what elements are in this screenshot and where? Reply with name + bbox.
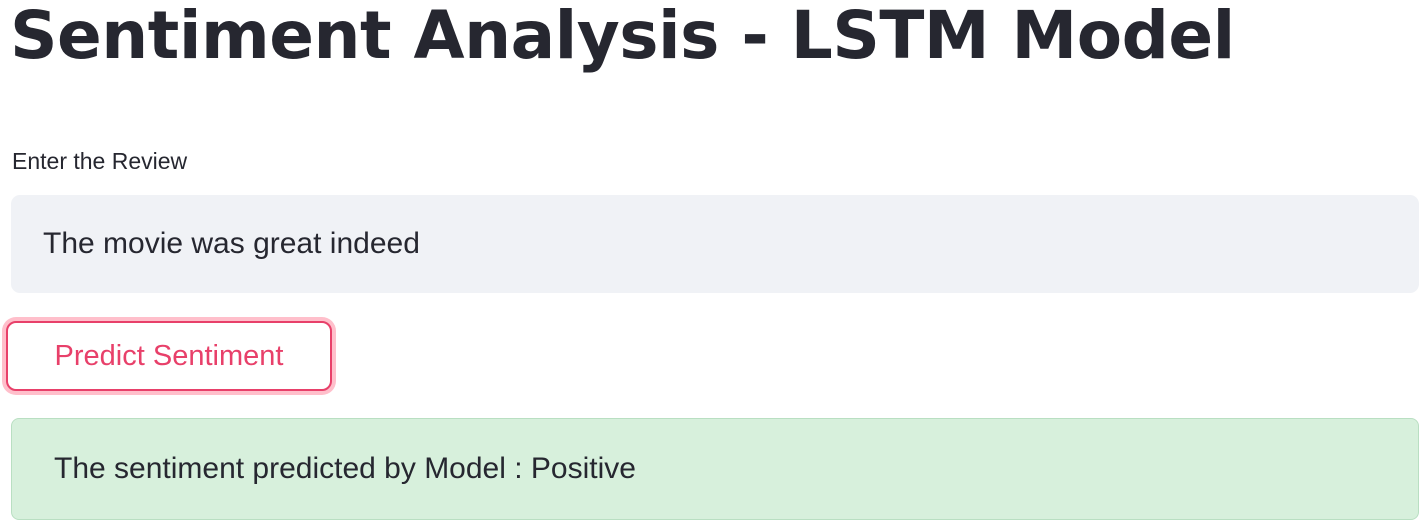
review-input[interactable] [11,195,1419,293]
result-success-box: The sentiment predicted by Model : Posit… [11,418,1419,520]
result-text: The sentiment predicted by Model : Posit… [54,452,636,485]
predict-sentiment-button[interactable]: Predict Sentiment [6,321,332,391]
review-input-label: Enter the Review [12,148,188,174]
page-title: Sentiment Analysis - LSTM Model [10,0,1235,74]
